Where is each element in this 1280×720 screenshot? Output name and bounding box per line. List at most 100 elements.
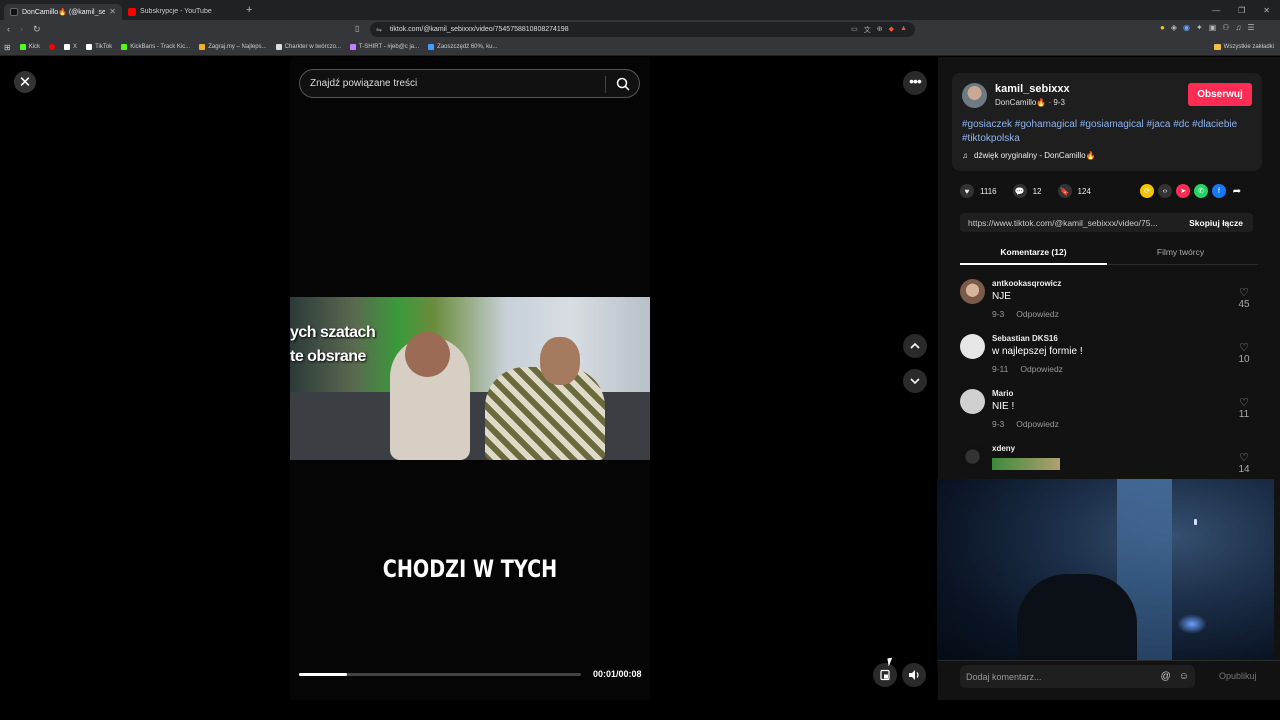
tab-comments[interactable]: Komentarze (12): [960, 247, 1107, 257]
video-frame: ych szatach te obsrane: [290, 297, 650, 460]
mention-icon[interactable]: @: [1161, 671, 1171, 682]
bookmark-item[interactable]: Zagraj.my – Najleps...: [199, 44, 267, 50]
hashtags[interactable]: #gosiaczek #gohamagical #gosiamagical #j…: [962, 118, 1252, 145]
nav-buttons: ‹ › ↻: [0, 24, 60, 35]
new-tab-icon[interactable]: +: [246, 4, 252, 16]
comment-icon[interactable]: 💬: [1012, 184, 1027, 198]
sound-link[interactable]: ♫ dźwięk oryginalny - DonCamillo🔥: [962, 151, 1096, 160]
bookmark-item[interactable]: KickBans - Track Kic...: [121, 44, 190, 50]
embed-icon[interactable]: ‹›: [1158, 184, 1172, 198]
bookmark-page-icon[interactable]: ▯: [355, 24, 359, 33]
previous-video-button[interactable]: [903, 334, 927, 358]
cast-icon[interactable]: ▭: [851, 25, 858, 35]
bookmark-item[interactable]: TikTok: [86, 44, 112, 50]
window-close-icon[interactable]: ✕: [1263, 6, 1270, 15]
music-icon[interactable]: ♫: [1235, 23, 1241, 32]
video-progress-bar[interactable]: [299, 673, 581, 676]
bookmark-item[interactable]: Charkter w twórczo...: [275, 44, 341, 50]
reply-button[interactable]: Odpowiedz: [1016, 419, 1059, 429]
tab-close-icon[interactable]: ✕: [109, 7, 116, 16]
comment-username[interactable]: Sebastian DKS16: [992, 334, 1058, 343]
creator-meta: DonCamillo🔥 · 9-3: [995, 98, 1065, 107]
reply-button[interactable]: Odpowiedz: [1016, 309, 1059, 319]
alert-icon[interactable]: ▲: [900, 25, 907, 35]
comment-text: w najlepszej formie !: [992, 346, 1083, 357]
repost-icon[interactable]: ⟳: [1140, 184, 1154, 198]
video-player[interactable]: Znajdź powiązane treści ych szatach te o…: [290, 57, 650, 700]
zoom-icon[interactable]: ⊕: [877, 25, 883, 35]
reply-button[interactable]: Odpowiedz: [1020, 364, 1063, 374]
volume-button[interactable]: [902, 663, 926, 687]
share-arrow-icon[interactable]: ➦: [1230, 184, 1244, 198]
creator-username[interactable]: kamil_sebixxx: [995, 83, 1070, 95]
bookmark-label: Kick: [28, 44, 41, 50]
webcam-overlay: [937, 479, 1274, 670]
back-icon[interactable]: ‹: [7, 24, 10, 35]
picture-in-picture-icon: [880, 669, 890, 681]
next-video-button[interactable]: [903, 369, 927, 393]
all-bookmarks[interactable]: Wszystkie zakładki: [1213, 44, 1280, 50]
avatar[interactable]: [960, 444, 985, 469]
heart-icon: ♡: [1239, 452, 1249, 464]
avatar[interactable]: [960, 389, 985, 414]
maximize-icon[interactable]: ❐: [1238, 6, 1245, 15]
extension-icon[interactable]: ◈: [1171, 23, 1177, 32]
more-icon: •••: [909, 73, 922, 89]
creator-avatar[interactable]: [962, 83, 987, 108]
facebook-icon[interactable]: f: [1212, 184, 1226, 198]
publish-button[interactable]: Opublikuj: [1219, 671, 1257, 681]
emoji-icon[interactable]: ☺: [1179, 671, 1189, 682]
bookmark-item[interactable]: X: [64, 44, 77, 50]
comment-like[interactable]: ♡ 45: [1236, 287, 1252, 310]
apps-icon[interactable]: ⊞: [4, 43, 11, 52]
comment-input-icons: @ ☺: [1161, 671, 1195, 682]
floating-player-button[interactable]: [873, 663, 897, 687]
tab-creator-videos[interactable]: Filmy twórcy: [1107, 247, 1254, 257]
forward-icon[interactable]: ›: [20, 24, 23, 35]
copy-link-button[interactable]: Skopiuj łącze: [1189, 218, 1253, 228]
comment-input[interactable]: Dodaj komentarz... @ ☺: [960, 665, 1195, 688]
avatar[interactable]: [960, 334, 985, 359]
sidebar-icon[interactable]: ▣: [1209, 23, 1217, 32]
puzzle-icon[interactable]: ✦: [1196, 23, 1203, 32]
video-link[interactable]: https://www.tiktok.com/@kamil_sebixxx/vi…: [968, 218, 1178, 228]
send-icon[interactable]: ➤: [1176, 184, 1190, 198]
like-icon[interactable]: ♥: [960, 184, 974, 198]
extensions: ● ◈ ◉ ✦ ▣ ⚇ ♫ ☰: [1160, 23, 1255, 32]
whatsapp-icon[interactable]: ✆: [1194, 184, 1208, 198]
minimize-icon[interactable]: —: [1212, 6, 1220, 15]
translate-icon[interactable]: 文: [864, 25, 871, 35]
omnibox[interactable]: ⇋ tiktok.com/@kamil_sebixxx/video/754575…: [370, 22, 915, 37]
user-icon[interactable]: ⚇: [1222, 23, 1229, 32]
comment-like[interactable]: ♡ 14: [1236, 452, 1252, 475]
extension-icon[interactable]: ◉: [1183, 23, 1190, 32]
comment-like[interactable]: ♡ 11: [1236, 397, 1252, 420]
extension-icon[interactable]: ●: [1160, 23, 1165, 32]
browser-tab-youtube[interactable]: Subskrypcje - YouTube: [122, 4, 242, 20]
comment-like-count: 10: [1238, 354, 1250, 365]
avatar[interactable]: [960, 279, 985, 304]
menu-icon[interactable]: ☰: [1247, 23, 1254, 32]
comment-like[interactable]: ♡ 10: [1236, 342, 1252, 365]
search-icon[interactable]: [616, 77, 630, 91]
related-search-input[interactable]: Znajdź powiązane treści: [299, 69, 640, 98]
more-options-button[interactable]: •••: [903, 71, 927, 95]
bookmark-item[interactable]: Kick: [19, 44, 41, 50]
reload-icon[interactable]: ↻: [33, 24, 41, 35]
comment-like-count: 11: [1238, 409, 1250, 420]
site-info-icon[interactable]: ⇋: [376, 26, 382, 34]
comment-username[interactable]: Mario: [992, 389, 1013, 398]
browser-tab-tiktok[interactable]: DonCamillo🔥 (@kamil_sebi... ✕: [4, 3, 122, 20]
folder-icon: [1213, 44, 1221, 50]
comment-image[interactable]: [992, 458, 1060, 470]
bookmark-icon[interactable]: 🔖: [1057, 184, 1072, 198]
bookmark-item[interactable]: Zaoszczędź 60%, ku...: [428, 44, 498, 50]
shield-icon[interactable]: ◆: [889, 25, 894, 35]
bookmark-item[interactable]: T-SHIRT - #jeb@c ja...: [349, 44, 419, 50]
comment-username[interactable]: antkookasqrowicz: [992, 279, 1061, 288]
follow-button[interactable]: Obserwuj: [1188, 83, 1252, 106]
bookmark-icon: [275, 44, 282, 50]
comment-username[interactable]: xdeny: [992, 444, 1015, 453]
bookmark-item[interactable]: [49, 44, 56, 50]
close-video-button[interactable]: ✕: [14, 71, 36, 93]
